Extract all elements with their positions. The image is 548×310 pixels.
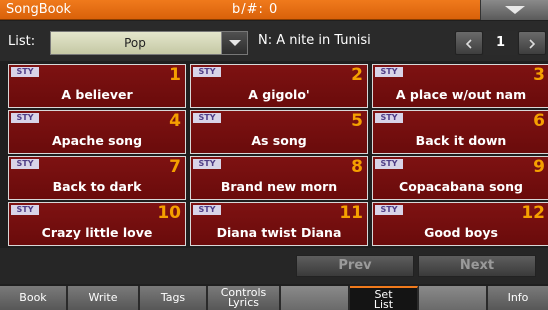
- entry-name: Copacabana song: [399, 179, 523, 194]
- next-button[interactable]: Next: [418, 255, 536, 277]
- entry-button[interactable]: STY 4 Apache song: [8, 110, 186, 154]
- entry-name: A believer: [61, 87, 133, 102]
- chevron-down-icon: [505, 6, 525, 14]
- page-next-button[interactable]: [518, 31, 546, 55]
- tab-controls-lyrics[interactable]: Controls Lyrics: [208, 286, 280, 310]
- style-tag: STY: [375, 67, 403, 77]
- chevron-left-icon: [466, 39, 472, 49]
- style-tag: STY: [193, 67, 221, 77]
- tab-tags[interactable]: Tags: [140, 286, 207, 310]
- entry-name: Brand new morn: [220, 179, 338, 194]
- entry-button[interactable]: STY 3 A place w/out nam: [372, 64, 548, 108]
- style-tag: STY: [193, 159, 221, 169]
- list-selected-value: Pop: [124, 36, 146, 50]
- entry-name: Back it down: [415, 133, 507, 148]
- entry-number: 8: [351, 157, 363, 177]
- chevron-right-icon: [529, 39, 535, 49]
- tab-set-list[interactable]: Set List: [350, 286, 418, 310]
- page-prev-button[interactable]: [455, 31, 483, 55]
- page-menu-button[interactable]: [480, 0, 548, 20]
- entry-number: 12: [521, 203, 545, 223]
- entry-number: 2: [351, 65, 363, 85]
- entry-number: 11: [339, 203, 363, 223]
- style-tag: STY: [11, 159, 39, 169]
- style-tag: STY: [193, 113, 221, 123]
- entry-button[interactable]: STY 6 Back it down: [372, 110, 548, 154]
- entry-number: 6: [533, 111, 545, 131]
- entry-button[interactable]: STY 12 Good boys: [372, 202, 548, 246]
- entry-button[interactable]: STY 10 Crazy little love: [8, 202, 186, 246]
- transpose-display: b/#: 0: [232, 2, 279, 17]
- style-tag: STY: [375, 159, 403, 169]
- app-title: SongBook: [6, 2, 72, 17]
- entry-button[interactable]: STY 9 Copacabana song: [372, 156, 548, 200]
- list-label: List:: [8, 34, 36, 49]
- entry-number: 4: [169, 111, 181, 131]
- entry-name: As song: [251, 133, 307, 148]
- tab-empty: [419, 286, 487, 310]
- entry-name: Back to dark: [52, 179, 142, 194]
- style-tag: STY: [193, 205, 221, 215]
- entry-button[interactable]: STY 11 Diana twist Diana: [190, 202, 368, 246]
- entry-button[interactable]: STY 7 Back to dark: [8, 156, 186, 200]
- dropdown-arrow-button[interactable]: [221, 32, 247, 54]
- entry-name: Good boys: [424, 225, 498, 240]
- entry-button[interactable]: STY 2 A gigolo': [190, 64, 368, 108]
- style-tag: STY: [375, 205, 403, 215]
- entry-number: 1: [169, 65, 181, 85]
- entry-name: Apache song: [51, 133, 143, 148]
- songbook-grid: STY 1 A believer STY 2 A gigolo' STY 3 A…: [0, 62, 548, 246]
- prev-button[interactable]: Prev: [296, 255, 414, 277]
- entry-number: 9: [533, 157, 545, 177]
- tab-bar: Book Write Tags Controls Lyrics Set List…: [0, 286, 548, 310]
- tab-empty: [281, 286, 349, 310]
- style-tag: STY: [11, 113, 39, 123]
- entry-button[interactable]: STY 8 Brand new morn: [190, 156, 368, 200]
- entry-name: Diana twist Diana: [216, 225, 342, 240]
- entry-button[interactable]: STY 1 A believer: [8, 64, 186, 108]
- list-dropdown[interactable]: Pop: [50, 31, 248, 55]
- page-number: 1: [484, 31, 517, 55]
- entry-number: 3: [533, 65, 545, 85]
- title-bar: SongBook b/#: 0: [0, 0, 548, 20]
- selected-entry-name: N: A nite in Tunisi: [258, 33, 371, 48]
- tab-write[interactable]: Write: [68, 286, 139, 310]
- chevron-down-icon: [229, 40, 241, 46]
- entry-number: 10: [157, 203, 181, 223]
- tab-list-label: List: [373, 298, 394, 310]
- entry-name: A gigolo': [248, 87, 310, 102]
- tab-lyrics-label: Lyrics: [228, 296, 259, 309]
- entry-name: Crazy little love: [41, 225, 153, 240]
- entry-button[interactable]: STY 5 As song: [190, 110, 368, 154]
- style-tag: STY: [11, 67, 39, 77]
- entry-number: 5: [351, 111, 363, 131]
- style-tag: STY: [375, 113, 403, 123]
- tab-info[interactable]: Info: [488, 286, 548, 310]
- list-row: List: Pop N: A nite in Tunisi 1: [0, 21, 548, 61]
- navigation-row: Prev Next: [0, 248, 548, 284]
- style-tag: STY: [11, 205, 39, 215]
- entry-name: A place w/out nam: [395, 87, 527, 102]
- entry-number: 7: [169, 157, 181, 177]
- tab-book[interactable]: Book: [0, 286, 67, 310]
